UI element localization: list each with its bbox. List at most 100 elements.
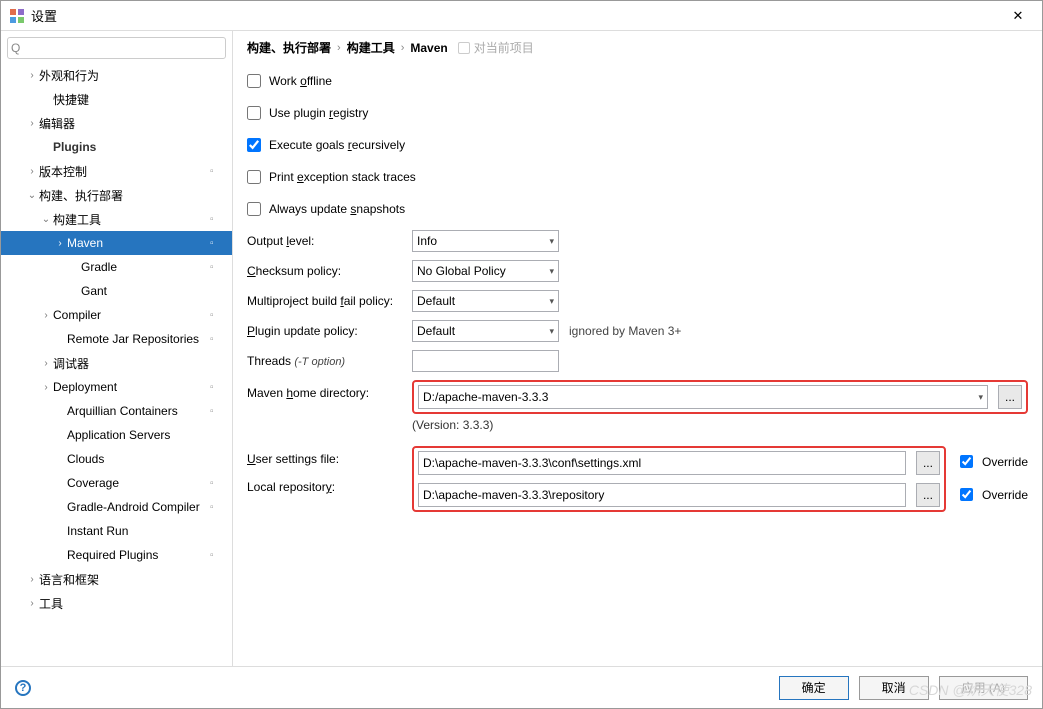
execute-recursively-checkbox[interactable] [247,138,261,152]
project-scope-icon: ▫ [210,334,226,345]
window-title: 设置 [31,6,1002,25]
maven-home-browse-button[interactable]: ... [998,385,1022,409]
cancel-button[interactable]: 取消 [859,676,929,700]
tree-item[interactable]: Clouds [1,447,232,471]
project-scope-icon: ▫ [210,478,226,489]
project-scope-icon: ▫ [210,214,226,225]
tree-item-label: Arquillian Containers [67,404,210,418]
tree-item[interactable]: ›工具 [1,591,232,615]
app-logo-icon [9,8,25,24]
threads-input[interactable] [412,350,559,372]
tree-arrow-icon: › [25,574,39,585]
settings-tree: ›外观和行为快捷键›编辑器Plugins›版本控制▫⌄构建、执行部署⌄构建工具▫… [1,63,232,666]
always-update-snapshots-label: Always update snapshots [269,202,405,216]
breadcrumb-item[interactable]: 构建工具 [347,39,395,56]
local-repository-browse-button[interactable]: ... [916,483,940,507]
tree-item-label: Required Plugins [67,548,210,562]
tree-item-label: 构建工具 [53,211,210,228]
tree-item[interactable]: Gradle▫ [1,255,232,279]
tree-item[interactable]: ⌄构建工具▫ [1,207,232,231]
always-update-snapshots-checkbox[interactable] [247,202,261,216]
chevron-down-icon: ▾ [978,392,983,403]
tree-item[interactable]: Instant Run [1,519,232,543]
maven-home-input[interactable]: D:/apache-maven-3.3.3▾ [418,385,988,409]
tree-arrow-icon: › [25,118,39,129]
tree-item[interactable]: Required Plugins▫ [1,543,232,567]
local-repository-label: Local repository: [247,480,412,494]
output-level-select[interactable]: Info▾ [412,230,559,252]
tree-item-label: 工具 [39,595,210,612]
tree-arrow-icon: › [25,166,39,177]
ok-button[interactable]: 确定 [779,676,849,700]
tree-item[interactable]: Plugins [1,135,232,159]
project-scope-icon: ▫ [210,406,226,417]
tree-item[interactable]: ›Deployment▫ [1,375,232,399]
override-label: Override [982,455,1028,469]
tree-item[interactable]: Coverage▫ [1,471,232,495]
close-button[interactable]: ✕ [1002,8,1034,24]
chevron-right-icon: › [401,42,405,54]
project-scope-icon: ▫ [210,262,226,273]
threads-label: Threads (-T option) [247,354,412,368]
project-icon [458,42,470,54]
user-settings-input[interactable]: D:\apache-maven-3.3.3\conf\settings.xml [418,451,906,475]
project-scope-label: 对当前项目 [458,39,534,56]
multiproject-fail-select[interactable]: Default▾ [412,290,559,312]
output-level-label: Output level: [247,234,412,248]
tree-item[interactable]: ›Compiler▫ [1,303,232,327]
tree-item-label: 编辑器 [39,115,210,132]
checksum-policy-label: Checksum policy: [247,264,412,278]
multiproject-fail-label: Multiproject build fail policy: [247,294,412,308]
tree-item[interactable]: ›语言和框架 [1,567,232,591]
plugin-update-policy-select[interactable]: Default▾ [412,320,559,342]
user-settings-override-checkbox[interactable] [960,455,973,468]
use-plugin-registry-checkbox[interactable] [247,106,261,120]
tree-item[interactable]: ›Maven▫ [1,231,232,255]
tree-item[interactable]: Remote Jar Repositories▫ [1,327,232,351]
print-exception-checkbox[interactable] [247,170,261,184]
tree-item-label: 语言和框架 [39,571,210,588]
chevron-right-icon: › [337,42,341,54]
tree-item[interactable]: ›外观和行为 [1,63,232,87]
tree-arrow-icon: › [39,310,53,321]
tree-item[interactable]: ›版本控制▫ [1,159,232,183]
project-scope-icon: ▫ [210,166,226,177]
breadcrumb: 构建、执行部署 › 构建工具 › Maven 对当前项目 [247,39,1028,56]
checksum-policy-select[interactable]: No Global Policy▾ [412,260,559,282]
tree-item[interactable]: ›调试器 [1,351,232,375]
tree-arrow-icon: ⌄ [39,214,53,225]
work-offline-label: Work offline [269,74,332,88]
tree-item-label: Maven [67,236,210,250]
tree-item[interactable]: ›编辑器 [1,111,232,135]
tree-item-label: Plugins [53,140,210,154]
execute-recursively-label: Execute goals recursively [269,138,405,152]
tree-item[interactable]: Application Servers [1,423,232,447]
tree-arrow-icon: › [25,598,39,609]
tree-arrow-icon: ⌄ [25,190,39,201]
breadcrumb-item[interactable]: 构建、执行部署 [247,39,331,56]
tree-item[interactable]: Arquillian Containers▫ [1,399,232,423]
use-plugin-registry-label: Use plugin registry [269,106,368,120]
chevron-down-icon: ▾ [549,236,554,247]
help-button[interactable]: ? [15,680,31,696]
project-scope-icon: ▫ [210,502,226,513]
work-offline-checkbox[interactable] [247,74,261,88]
tree-item-label: Gradle-Android Compiler [67,500,210,514]
tree-item-label: 快捷键 [53,91,210,108]
print-exception-label: Print exception stack traces [269,170,416,184]
tree-item-label: Coverage [67,476,210,490]
apply-button[interactable]: 应用 (A) [939,676,1028,700]
user-settings-browse-button[interactable]: ... [916,451,940,475]
tree-item-label: Instant Run [67,524,210,538]
search-input[interactable] [7,37,226,59]
tree-item[interactable]: ⌄构建、执行部署 [1,183,232,207]
tree-item[interactable]: Gant [1,279,232,303]
local-repository-input[interactable]: D:\apache-maven-3.3.3\repository [418,483,906,507]
plugin-update-policy-label: Plugin update policy: [247,324,412,338]
override-label: Override [982,488,1028,502]
tree-item-label: Gradle [81,260,210,274]
local-repository-override-checkbox[interactable] [960,488,973,501]
tree-item[interactable]: Gradle-Android Compiler▫ [1,495,232,519]
chevron-down-icon: ▾ [549,326,554,337]
tree-item[interactable]: 快捷键 [1,87,232,111]
